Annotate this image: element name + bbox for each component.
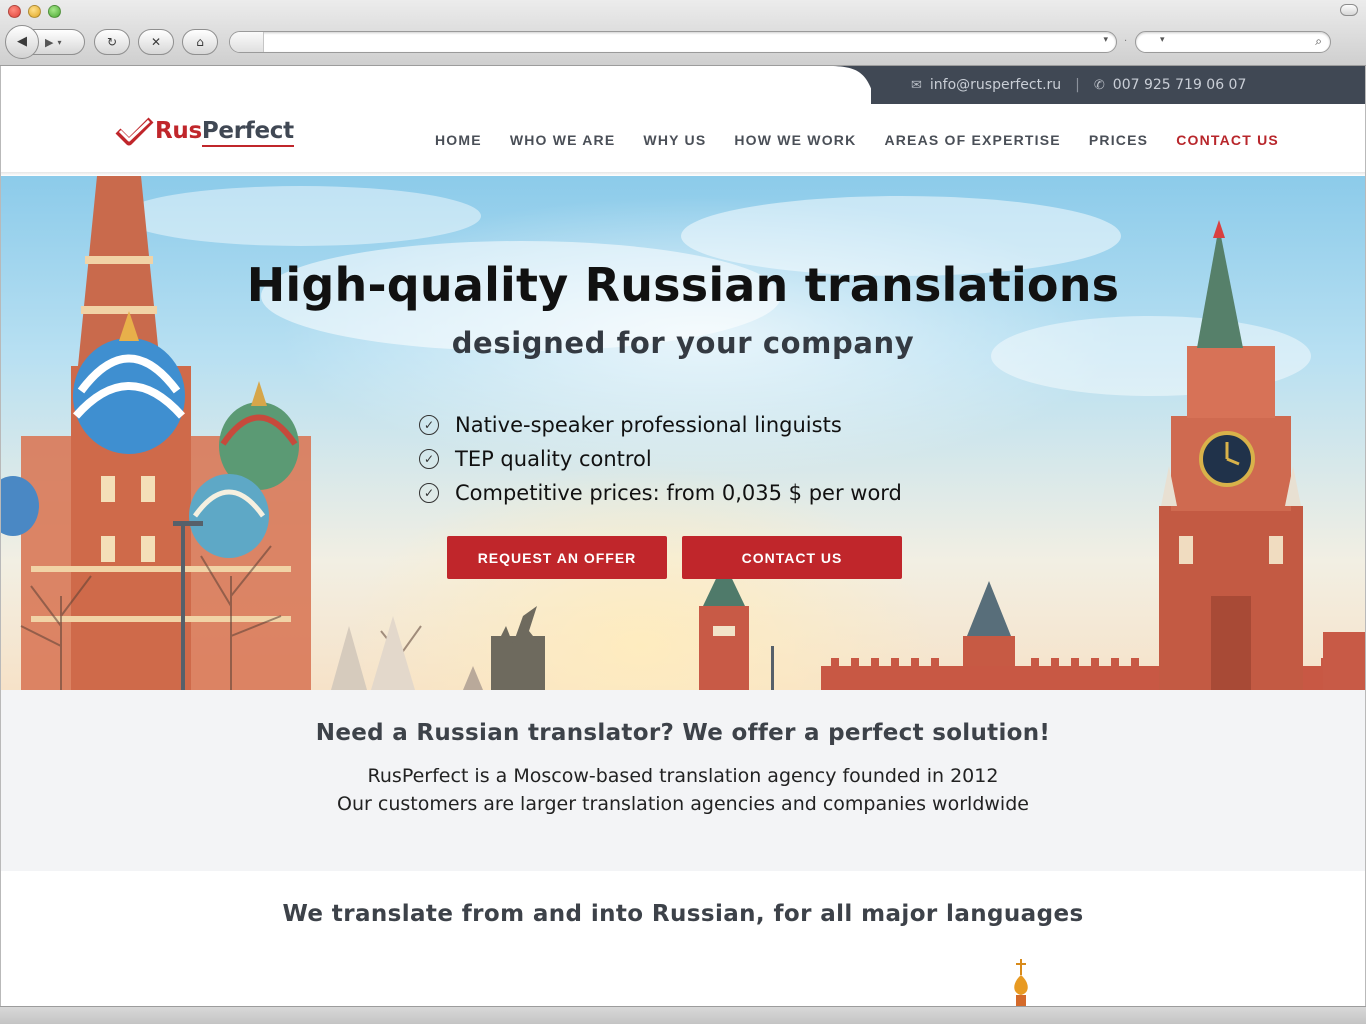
- nav-prices[interactable]: PRICES: [1089, 132, 1148, 148]
- reload-button[interactable]: ↻: [94, 29, 130, 55]
- forward-button[interactable]: ▶: [45, 36, 53, 49]
- history-dropdown-icon[interactable]: ▾: [57, 38, 61, 47]
- nav-how-we-work[interactable]: HOW WE WORK: [734, 132, 856, 148]
- feature-text: Native-speaker professional linguists: [455, 413, 842, 437]
- search-icon[interactable]: ⌕: [1315, 34, 1322, 49]
- hero-title: High-quality Russian translations: [246, 258, 1120, 312]
- logo-rus: Rus: [155, 118, 202, 144]
- languages-section: We translate from and into Russian, for …: [1, 871, 1365, 1006]
- logo-checkmark-icon: [115, 116, 155, 146]
- back-arrow-icon: ◀: [17, 34, 27, 49]
- main-nav: HOME WHO WE ARE WHY US HOW WE WORK AREAS…: [435, 132, 1307, 148]
- feature-item: ✓ Native-speaker professional linguists: [419, 408, 902, 442]
- intro-heading: Need a Russian translator? We offer a pe…: [315, 720, 1051, 746]
- topbar-phone[interactable]: 007 925 719 06 07: [1113, 77, 1247, 93]
- address-bar[interactable]: ▾: [229, 31, 1117, 53]
- stop-button[interactable]: ✕: [138, 29, 174, 55]
- stop-icon: ✕: [150, 35, 162, 49]
- phone-icon: ✆: [1093, 77, 1105, 93]
- toolbar-toggle-button[interactable]: [1340, 4, 1358, 16]
- checkmark-circle-icon: ✓: [419, 483, 439, 503]
- topbar-separator: |: [1075, 77, 1080, 93]
- search-bar[interactable]: ▾ ⌕: [1135, 31, 1331, 53]
- logo-perfect: Perfect: [201, 118, 294, 147]
- feature-item: ✓ Competitive prices: from 0,035 $ per w…: [419, 476, 902, 510]
- minimize-window-button[interactable]: [28, 5, 41, 18]
- request-offer-button[interactable]: REQUEST AN OFFER: [447, 536, 667, 579]
- feature-item: ✓ TEP quality control: [419, 442, 902, 476]
- nav-why-us[interactable]: WHY US: [643, 132, 706, 148]
- nav-contact-us[interactable]: CONTACT US: [1176, 132, 1279, 148]
- site-logo[interactable]: RusPerfect: [115, 116, 294, 147]
- feature-text: TEP quality control: [455, 447, 652, 471]
- hero-subtitle: designed for your company: [451, 326, 915, 360]
- back-forward-control: ◀ ▶ ▾: [5, 24, 85, 59]
- hero-banner: High-quality Russian translations design…: [1, 176, 1365, 690]
- logo-wordmark: RusPerfect: [155, 118, 294, 147]
- envelope-icon: ✉: [911, 77, 922, 93]
- topbar-email[interactable]: info@rusperfect.ru: [930, 77, 1061, 93]
- search-engine-dropdown-icon[interactable]: ▾: [1160, 35, 1165, 45]
- close-window-button[interactable]: [8, 5, 21, 18]
- contact-us-button[interactable]: CONTACT US: [682, 536, 902, 579]
- site-identity-icon[interactable]: [230, 32, 264, 52]
- nav-home[interactable]: HOME: [435, 132, 482, 148]
- nav-who-we-are[interactable]: WHO WE ARE: [510, 132, 616, 148]
- intro-section: Need a Russian translator? We offer a pe…: [1, 690, 1365, 871]
- window-controls: [8, 5, 61, 18]
- toolbar-separator: ·: [1124, 36, 1128, 47]
- checkmark-circle-icon: ✓: [419, 415, 439, 435]
- maximize-window-button[interactable]: [48, 5, 61, 18]
- nav-areas-of-expertise[interactable]: AREAS OF EXPERTISE: [884, 132, 1060, 148]
- reload-icon: ↻: [106, 35, 118, 49]
- page-viewport: ✉ info@rusperfect.ru | ✆ 007 925 719 06 …: [1, 66, 1365, 1006]
- back-button[interactable]: ◀: [5, 24, 39, 59]
- home-button[interactable]: ⌂: [182, 29, 218, 55]
- intro-line-1: RusPerfect is a Moscow-based translation…: [367, 765, 999, 787]
- feature-list: ✓ Native-speaker professional linguists …: [419, 408, 902, 510]
- checkmark-circle-icon: ✓: [419, 449, 439, 469]
- browser-toolbar: ◀ ▶ ▾ ↻ ✕ ⌂ ▾ · ▾ ⌕: [0, 0, 1366, 66]
- url-dropdown-icon[interactable]: ▾: [1103, 35, 1108, 45]
- feature-text: Competitive prices: from 0,035 $ per wor…: [455, 481, 902, 505]
- home-icon: ⌂: [196, 35, 204, 49]
- languages-heading: We translate from and into Russian, for …: [282, 901, 1084, 927]
- browser-status-bar: [0, 1006, 1366, 1024]
- contact-topbar: ✉ info@rusperfect.ru | ✆ 007 925 719 06 …: [871, 66, 1365, 104]
- onion-dome-icon: [1014, 959, 1028, 1006]
- intro-line-2: Our customers are larger translation age…: [337, 793, 1029, 815]
